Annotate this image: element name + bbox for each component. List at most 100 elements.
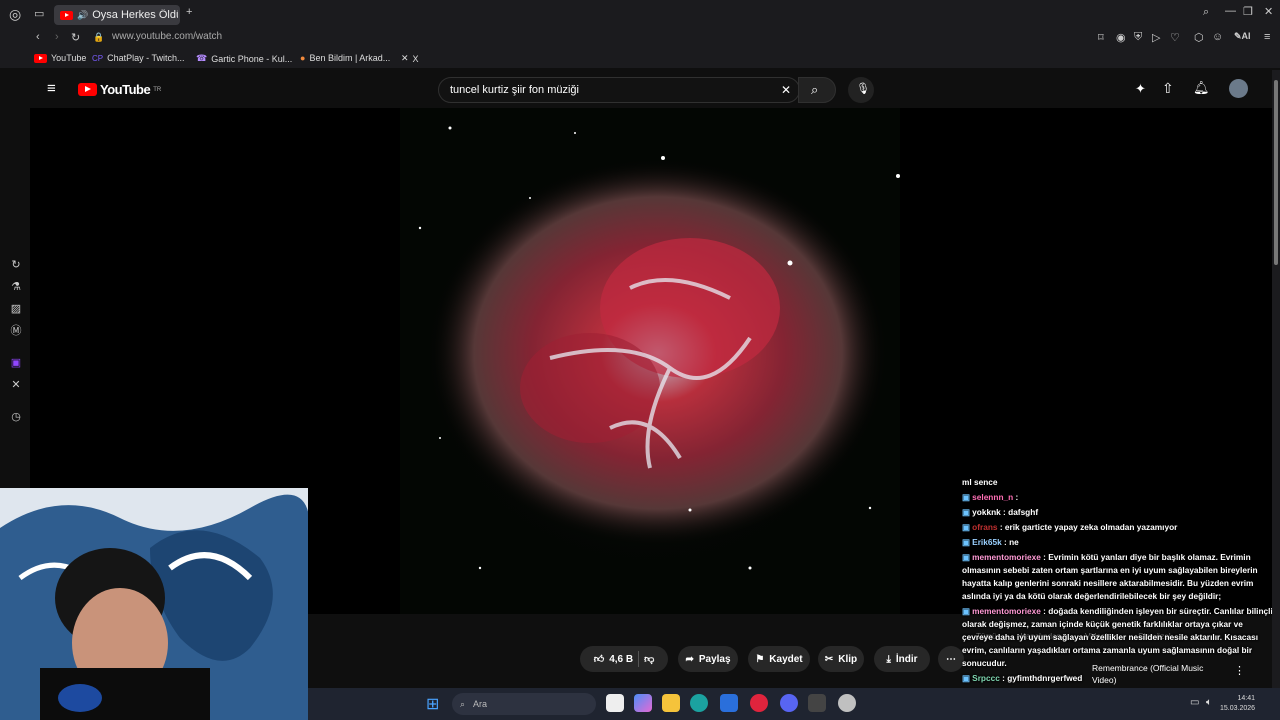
chat-message: ml sence [962, 476, 1276, 489]
tab-workspaces-icon[interactable]: ▭ [34, 7, 44, 20]
bookmark-label: Ben Bildim | Arkad... [309, 53, 391, 63]
menu-icon[interactable]: ≡ [1264, 31, 1270, 43]
voice-search-button[interactable]: 🎙︎ [848, 77, 874, 103]
chrome-icon[interactable] [838, 694, 856, 712]
opera-taskbar-icon[interactable] [750, 694, 768, 712]
gartic-icon: ☎ [196, 53, 208, 63]
url-text[interactable]: www.youtube.com/watch [112, 31, 222, 42]
tab-title: Oysa Herkes Öldürür [92, 9, 178, 21]
bookmark-x[interactable]: ✕ X [401, 53, 419, 64]
stream-chat-overlay: ml sence ▣ selennn_n : ▣ yokknk : dafsghf… [958, 476, 1280, 720]
extensions-icon[interactable]: ⬡ [1194, 31, 1204, 44]
play-icon[interactable]: ▷ [1152, 31, 1160, 44]
twitch-icon[interactable]: ▣ [9, 356, 23, 370]
taskbar-clock[interactable]: 14:41 15.03.2026 [1220, 694, 1255, 714]
bookmark-youtube[interactable]: YouTube [34, 53, 86, 63]
network-icon[interactable]: ▭ [1190, 697, 1199, 708]
restore-icon[interactable]: ❐ [1243, 5, 1253, 18]
forward-icon[interactable]: › [55, 31, 59, 43]
search-tabs-icon[interactable]: ⌕ [1203, 6, 1209, 19]
obs-icon[interactable] [808, 694, 826, 712]
copilot-icon[interactable] [634, 694, 652, 712]
chat-message: ▣ selennn_n : [962, 491, 1276, 504]
heart-icon[interactable]: ♡ [1170, 31, 1180, 44]
clock-icon[interactable]: ◷ [9, 410, 23, 424]
x-icon: ✕ [401, 53, 409, 63]
search-input[interactable]: tuncel kurtiz şiir fon müziği ✕ [438, 77, 800, 103]
bookmark-page-icon[interactable]: ⌑ [1098, 31, 1104, 44]
hamburger-menu-icon[interactable]: ≡ [47, 80, 56, 97]
music-icon[interactable]: Ⓜ [9, 324, 23, 338]
new-tab-icon[interactable]: + [186, 6, 192, 18]
task-view-icon[interactable] [606, 694, 624, 712]
minimize-icon[interactable]: — [1225, 5, 1236, 17]
chat-badge-icon: ▣ [962, 606, 973, 616]
file-explorer-icon[interactable] [662, 694, 680, 712]
chat-username[interactable]: Erik65k [972, 537, 1002, 547]
chat-username[interactable]: yokknk [972, 507, 1001, 517]
aria-icon[interactable]: ⚗ [9, 280, 23, 294]
clock-date: 15.03.2026 [1220, 705, 1256, 712]
chat-badge-icon: ▣ [962, 522, 973, 532]
chat-message: ▣ mementomoriexe : Evrimin kötü yanları … [962, 551, 1276, 603]
discord-icon[interactable] [780, 694, 798, 712]
clear-search-icon[interactable]: ✕ [781, 83, 791, 97]
youtube-logo-text: YouTube [100, 82, 151, 97]
upload-icon[interactable]: ⇧ [1162, 80, 1174, 97]
chat-username[interactable]: ofrans [972, 522, 997, 532]
scrollbar-thumb[interactable] [1274, 80, 1278, 265]
reload-icon[interactable]: ↻ [71, 31, 80, 44]
close-window-icon[interactable]: ✕ [1264, 5, 1273, 18]
chat-text: dafsghf [1008, 507, 1039, 517]
bookmark-chatplay[interactable]: CP ChatPlay - Twitch... [92, 53, 185, 63]
chat-username[interactable]: mementomoriexe [972, 552, 1041, 562]
chat-text: ml sence [962, 477, 998, 487]
history-icon[interactable]: ↻ [9, 258, 23, 272]
back-icon[interactable]: ‹ [36, 31, 40, 43]
chat-username[interactable]: Srpccc [972, 673, 1000, 683]
share-button[interactable]: ➦ Paylaş [678, 646, 738, 672]
chat-message: ▣ ofrans : erik garticte yapay zeka olma… [962, 521, 1276, 534]
chat-separator: : [1001, 537, 1010, 547]
taskbar-search-placeholder: Ara [473, 699, 488, 709]
profile-icon[interactable]: ☺ [1212, 31, 1223, 43]
download-button[interactable]: ⤓ İndir [874, 646, 930, 672]
region-label: TR [153, 86, 162, 93]
chat-text: ne [1009, 537, 1019, 547]
bookmark-gartic[interactable]: ☎ Gartic Phone - Kul... [196, 53, 292, 64]
chatplay-icon: CP [92, 53, 104, 63]
share-label: Paylaş [698, 653, 731, 665]
camera-icon[interactable]: ◉ [1116, 31, 1126, 44]
chat-username[interactable]: selennn_n [972, 492, 1013, 502]
taskbar-search-input[interactable]: ⌕ Ara [452, 693, 596, 715]
browser-tab-active[interactable]: 🔊 Oysa Herkes Öldürür [54, 5, 180, 25]
chat-text: gyfimthdnrgerfwed [1007, 673, 1083, 683]
audio-playing-icon[interactable]: 🔊 [77, 10, 88, 21]
dislike-button[interactable]: 👎︎ [644, 653, 654, 665]
bookmark-benbildim[interactable]: ● Ben Bildim | Arkad... [300, 53, 390, 63]
chat-badge-icon: ▣ [962, 552, 973, 562]
search-button[interactable]: ⌕ [798, 77, 836, 103]
youtube-logo[interactable]: YouTube TR [78, 82, 161, 97]
chat-message: ▣ Srpccc : gyfimthdnrgerfwed [962, 672, 1276, 685]
pin-icon[interactable]: ▨ [9, 302, 23, 316]
chat-message: ▣ Erik65k : ne [962, 536, 1276, 549]
chat-message: ▣ yokknk : dafsghf [962, 506, 1276, 519]
chat-username[interactable]: mementomoriexe [972, 606, 1041, 616]
store-icon[interactable] [720, 694, 738, 712]
avatar[interactable] [1229, 79, 1248, 98]
share-icon: ➦ [685, 653, 694, 665]
x-sidebar-icon[interactable]: ✕ [9, 378, 23, 392]
opera-logo-icon[interactable]: ◎ [9, 6, 21, 23]
ai-button[interactable]: ✎AI [1234, 31, 1251, 42]
bookmark-label: Gartic Phone - Kul... [211, 53, 293, 64]
clip-button[interactable]: ✂ Klip [818, 646, 864, 672]
save-button[interactable]: ⚑ Kaydet [748, 646, 810, 672]
windows-start-icon[interactable]: ⊞ [426, 694, 439, 714]
edge-icon[interactable] [690, 694, 708, 712]
create-icon[interactable]: ✦ [1135, 81, 1146, 97]
adblock-icon[interactable]: ⛨ [1134, 31, 1142, 44]
notifications-bell-icon[interactable]: 🔔︎ [1193, 80, 1210, 96]
like-button[interactable]: 👍︎ 4,6 B [594, 653, 633, 666]
volume-icon[interactable]: 🔈︎ [1206, 697, 1212, 708]
